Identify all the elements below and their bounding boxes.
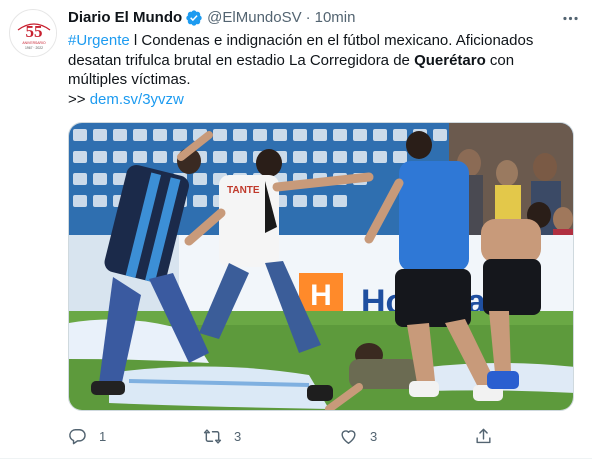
retweet-icon xyxy=(203,428,222,444)
author-name[interactable]: Diario El Mundo xyxy=(68,8,182,28)
more-options-icon[interactable] xyxy=(558,6,582,30)
tweet-text: #Urgente l Condenas e indignación en el … xyxy=(68,31,568,109)
author-handle[interactable]: @ElMundoSV xyxy=(207,8,301,28)
link-prefix: >> xyxy=(68,90,90,108)
like-count: 3 xyxy=(370,428,378,444)
heart-icon xyxy=(341,429,356,444)
share-icon xyxy=(476,428,491,443)
verified-badge-icon xyxy=(186,10,202,26)
share-button[interactable] xyxy=(474,424,493,448)
tweet-header: Diario El Mundo @ElMundoSV · 10min xyxy=(68,8,355,28)
short-link[interactable]: dem.sv/3yvzw xyxy=(90,91,184,108)
retweet-count: 3 xyxy=(234,428,242,444)
avatar-badge-caption: ANIVERSARIO xyxy=(22,41,46,45)
reply-button[interactable]: 1 xyxy=(68,424,106,448)
jersey-text: TANTE xyxy=(227,185,260,196)
header-separator: · xyxy=(305,9,311,26)
hashtag-link[interactable]: #Urgente xyxy=(68,32,130,49)
avatar-badge-years: 1967 · 2022 xyxy=(25,46,43,50)
tweet-action-bar: 1 3 3 xyxy=(68,424,498,448)
reply-icon xyxy=(69,428,86,444)
tweet-photo[interactable]: H Hospital TANTE xyxy=(68,122,574,411)
tweet-timestamp[interactable]: 10min xyxy=(315,8,356,28)
tweet-card[interactable]: 55 ANIVERSARIO 1967 · 2022 Diario El Mun… xyxy=(0,0,592,459)
avatar[interactable]: 55 ANIVERSARIO 1967 · 2022 xyxy=(9,9,57,57)
tweet-bold-word: Querétaro xyxy=(414,51,486,69)
reply-count: 1 xyxy=(99,428,107,444)
svg-text:H: H xyxy=(310,279,332,312)
avatar-badge-number: 55 xyxy=(26,22,43,41)
like-button[interactable]: 3 xyxy=(339,424,377,448)
retweet-button[interactable]: 3 xyxy=(203,424,241,448)
